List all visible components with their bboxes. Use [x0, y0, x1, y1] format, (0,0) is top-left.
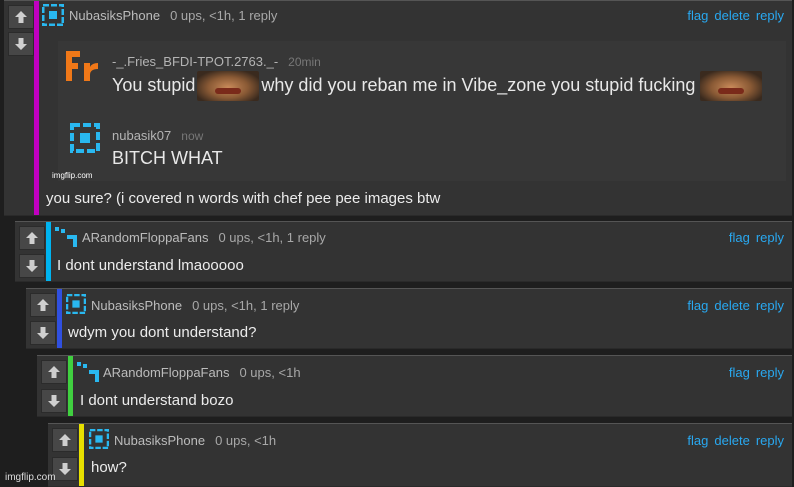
upvote-button[interactable] [8, 5, 34, 29]
corner-bracket-icon[interactable] [55, 227, 77, 252]
comment-header: ARandomFloppaFans 0 ups, <1h, 1 reply [82, 230, 326, 245]
downvote-button[interactable] [8, 32, 34, 56]
thread-depth-bar [34, 1, 39, 215]
comment-text: I dont understand bozo [80, 392, 234, 409]
reply-link[interactable]: reply [756, 298, 784, 313]
thread-depth-bar [57, 289, 62, 348]
image-watermark: imgflip.com [52, 171, 93, 180]
comment-meta: 0 ups, <1h [215, 433, 277, 448]
comment-actions: flag reply [723, 365, 784, 380]
comment-header: NubasiksPhone 0 ups, <1h, 1 reply [69, 8, 277, 23]
comment-header: NubasiksPhone 0 ups, <1h [114, 433, 276, 448]
thread-depth-bar [79, 424, 84, 486]
embed-message: BITCH WHAT [112, 148, 223, 168]
downvote-button[interactable] [19, 254, 45, 278]
comment-2: NubasiksPhone 0 ups, <1h, 1 reply flag del… [26, 288, 792, 349]
downvote-button[interactable] [52, 457, 78, 481]
chef-image [700, 71, 763, 101]
delete-link[interactable]: delete [714, 433, 749, 448]
comment-meta: 0 ups, <1h, 1 reply [170, 8, 278, 23]
flag-link[interactable]: flag [687, 433, 708, 448]
corner-bracket-icon[interactable] [77, 362, 99, 387]
page-watermark: imgflip.com [5, 472, 56, 483]
comment-4: NubasiksPhone 0 ups, <1h flag delete reply … [48, 423, 792, 487]
square-target-icon[interactable] [65, 293, 87, 319]
thread-depth-bar [68, 356, 73, 416]
embed-username: nubasik07 now [112, 128, 204, 143]
comment-actions: flag delete reply [681, 433, 784, 448]
comment-header: NubasiksPhone 0 ups, <1h, 1 reply [91, 298, 299, 313]
comment-0: NubasiksPhone 0 ups, <1h, 1 reply flag del… [4, 0, 792, 216]
comment-actions: flag delete reply [681, 8, 784, 23]
comment-meta: 0 ups, <1h, 1 reply [218, 230, 326, 245]
chef-image [197, 71, 260, 101]
fr-logo-icon [64, 49, 100, 88]
username-link[interactable]: NubasiksPhone [91, 298, 182, 313]
username-link[interactable]: NubasiksPhone [69, 8, 160, 23]
embed-message: You stupid why did you reban me in Vibe_z… [112, 71, 763, 101]
comment-actions: flag delete reply [681, 298, 784, 313]
embed-time: 20min [288, 55, 321, 69]
username-link[interactable]: ARandomFloppaFans [82, 230, 208, 245]
embedded-screenshot-image[interactable]: -_.Fries_BFDI-TPOT.2763._- 20min You stup… [52, 41, 786, 181]
comment-3: ARandomFloppaFans 0 ups, <1h flag reply I … [37, 355, 792, 417]
reply-link[interactable]: reply [756, 8, 784, 23]
comment-1: ARandomFloppaFans 0 ups, <1h, 1 reply fla… [15, 221, 792, 282]
delete-link[interactable]: delete [714, 8, 749, 23]
upvote-button[interactable] [52, 428, 78, 452]
reply-link[interactable]: reply [756, 433, 784, 448]
comment-meta: 0 ups, <1h [239, 365, 301, 380]
delete-link[interactable]: delete [714, 298, 749, 313]
square-target-icon[interactable] [41, 3, 65, 31]
comment-header: ARandomFloppaFans 0 ups, <1h [103, 365, 301, 380]
embed-username: -_.Fries_BFDI-TPOT.2763._- 20min [112, 54, 321, 69]
flag-link[interactable]: flag [729, 230, 750, 245]
comment-text: you sure? (i covered n words with chef p… [46, 190, 441, 207]
comment-text: wdym you dont understand? [68, 324, 257, 341]
reply-link[interactable]: reply [756, 230, 784, 245]
upvote-button[interactable] [19, 226, 45, 250]
username-link[interactable]: ARandomFloppaFans [103, 365, 229, 380]
comment-text: how? [91, 459, 127, 476]
square-target-icon [70, 123, 100, 158]
comment-actions: flag reply [723, 230, 784, 245]
flag-link[interactable]: flag [687, 8, 708, 23]
upvote-button[interactable] [41, 360, 67, 384]
flag-link[interactable]: flag [729, 365, 750, 380]
upvote-button[interactable] [30, 293, 56, 317]
downvote-button[interactable] [41, 389, 67, 413]
flag-link[interactable]: flag [687, 298, 708, 313]
username-link[interactable]: NubasiksPhone [114, 433, 205, 448]
square-target-icon[interactable] [88, 428, 110, 454]
downvote-button[interactable] [30, 321, 56, 345]
thread-depth-bar [46, 222, 51, 281]
reply-link[interactable]: reply [756, 365, 784, 380]
comment-meta: 0 ups, <1h, 1 reply [192, 298, 300, 313]
comment-text: I dont understand lmaooooo [57, 257, 244, 274]
embed-time: now [181, 129, 204, 143]
